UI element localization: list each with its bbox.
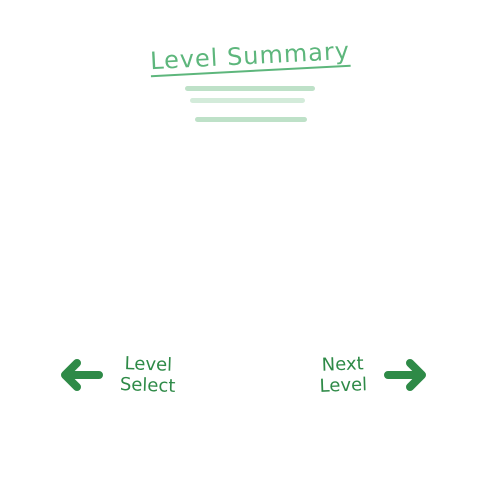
summary-scribble-line [185, 86, 315, 91]
summary-scribble-line [190, 98, 305, 103]
arrow-right-icon [384, 359, 426, 391]
level-select-label: Level Select [119, 353, 176, 397]
summary-scribble-line [195, 117, 307, 122]
arrow-left-icon [61, 359, 103, 391]
next-level-button[interactable]: Next Level [312, 345, 432, 405]
level-select-button[interactable]: Level Select [55, 345, 179, 405]
page-title: Level Summary [149, 36, 351, 76]
level-summary-screen: Level Summary Level Select Next Level [0, 0, 500, 500]
next-level-label: Next Level [319, 353, 368, 397]
